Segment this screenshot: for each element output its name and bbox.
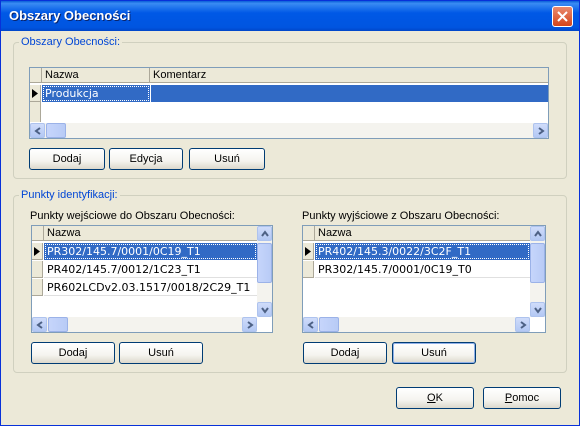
exit-vscrollbar[interactable] <box>530 226 545 317</box>
exit-points-grid[interactable]: Nazwa PR402/145.3/0022/3C2F_T1 PR302/145… <box>302 225 546 333</box>
chevron-left-icon <box>34 127 41 135</box>
chevron-right-icon <box>520 321 527 329</box>
entry-hscrollbar[interactable] <box>32 317 257 332</box>
row-indicator <box>32 261 43 278</box>
chevron-right-icon <box>538 127 545 135</box>
areas-add-button[interactable]: Dodaj <box>29 148 105 170</box>
scroll-up-button[interactable] <box>530 226 545 241</box>
close-button[interactable] <box>552 6 573 27</box>
chevron-left-icon <box>36 321 43 329</box>
row-indicator <box>32 279 43 296</box>
table-row[interactable]: PR602LCDv2.03.1517/0018/2C29_T1 <box>32 279 257 296</box>
entry-vscrollbar[interactable] <box>257 226 272 317</box>
table-row[interactable]: PR302/145.7/0001/0C19_T0 <box>303 261 530 278</box>
scroll-down-button[interactable] <box>257 302 272 317</box>
row-indicator <box>30 85 41 102</box>
chevron-down-icon <box>261 307 269 314</box>
areas-edit-button[interactable]: Edycja <box>109 148 183 170</box>
areas-grid-header: Nazwa Komentarz <box>30 68 548 83</box>
scroll-thumb[interactable] <box>319 317 339 332</box>
table-row[interactable]: PR402/145.3/0022/3C2F_T1 <box>303 243 530 260</box>
ok-mnemonic: O <box>427 392 436 404</box>
indicator-header <box>303 226 315 241</box>
entry-points-grid[interactable]: Nazwa PR302/145.7/0001/0C19_T1 PR402/145… <box>31 225 273 333</box>
current-row-arrow-icon <box>305 247 311 256</box>
scroll-thumb[interactable] <box>530 243 545 283</box>
row-indicator <box>303 261 314 278</box>
entry-delete-button[interactable]: Usuń <box>119 342 203 364</box>
areas-group-title: Obszary Obecności: <box>19 36 123 48</box>
areas-delete-button[interactable]: Usuń <box>189 148 265 170</box>
areas-grid[interactable]: Nazwa Komentarz Produkcja <box>29 67 549 139</box>
row-indicator <box>303 243 314 260</box>
window-title: Obszary Obecności <box>9 8 131 23</box>
exit-delete-button[interactable]: Usuń <box>392 342 476 364</box>
chevron-up-icon <box>261 230 269 237</box>
scroll-right-button[interactable] <box>533 123 548 138</box>
scroll-left-button[interactable] <box>303 317 318 332</box>
entry-points-label: Punkty wejściowe do Obszaru Obecności: <box>30 210 235 222</box>
scroll-thumb[interactable] <box>48 317 68 332</box>
cell-nazwa[interactable]: PR302/145.7/0001/0C19_T1 <box>44 243 257 260</box>
entry-add-button[interactable]: Dodaj <box>31 342 115 364</box>
scroll-left-button[interactable] <box>30 123 45 138</box>
table-row[interactable]: PR302/145.7/0001/0C19_T1 <box>32 243 257 260</box>
cell-nazwa[interactable]: PR602LCDv2.03.1517/0018/2C29_T1 <box>44 279 257 296</box>
help-label: omoc <box>512 392 540 404</box>
cell-nazwa[interactable]: Produkcja <box>42 85 150 102</box>
dialog-window: Obszary Obecności Obszary Obecności: Naz… <box>0 0 580 426</box>
scroll-right-button[interactable] <box>242 317 257 332</box>
points-group-title: Punkty identyfikacji: <box>19 189 120 201</box>
help-button[interactable]: Pomoc <box>483 387 561 409</box>
scroll-right-button[interactable] <box>515 317 530 332</box>
column-header-nazwa[interactable]: Nazwa <box>44 226 257 241</box>
ok-label: K <box>435 392 443 404</box>
scroll-up-button[interactable] <box>257 226 272 241</box>
scroll-down-button[interactable] <box>530 302 545 317</box>
chevron-right-icon <box>247 321 254 329</box>
exit-add-button[interactable]: Dodaj <box>303 342 387 364</box>
cell-nazwa[interactable]: PR402/145.7/0012/1C23_T1 <box>44 261 257 278</box>
title-bar[interactable]: Obszary Obecności <box>1 1 579 31</box>
table-row[interactable]: PR402/145.7/0012/1C23_T1 <box>32 261 257 278</box>
chevron-left-icon <box>307 321 314 329</box>
cell-nazwa[interactable]: PR402/145.3/0022/3C2F_T1 <box>315 243 530 260</box>
indicator-column <box>30 102 41 122</box>
scroll-thumb[interactable] <box>46 123 66 138</box>
close-icon <box>557 11 568 22</box>
chevron-down-icon <box>534 307 542 314</box>
cell-nazwa[interactable]: PR302/145.7/0001/0C19_T0 <box>315 261 530 278</box>
indicator-header <box>32 226 44 241</box>
indicator-header <box>30 68 42 83</box>
areas-hscrollbar[interactable] <box>30 123 548 138</box>
column-header-nazwa[interactable]: Nazwa <box>42 68 150 83</box>
exit-points-label: Punkty wyjściowe z Obszaru Obecności: <box>302 210 500 222</box>
scroll-left-button[interactable] <box>32 317 47 332</box>
current-row-arrow-icon <box>34 247 40 256</box>
scroll-thumb[interactable] <box>257 243 272 283</box>
exit-hscrollbar[interactable] <box>303 317 530 332</box>
column-header-komentarz[interactable]: Komentarz <box>150 68 548 83</box>
chevron-up-icon <box>534 230 542 237</box>
ok-button[interactable]: OK <box>396 387 474 409</box>
current-row-arrow-icon <box>32 89 38 98</box>
entry-grid-header: Nazwa <box>32 226 257 241</box>
table-row[interactable]: Produkcja <box>30 85 548 102</box>
exit-grid-header: Nazwa <box>303 226 530 241</box>
column-header-nazwa[interactable]: Nazwa <box>315 226 530 241</box>
cell-komentarz[interactable] <box>150 85 548 102</box>
row-indicator <box>32 243 43 260</box>
